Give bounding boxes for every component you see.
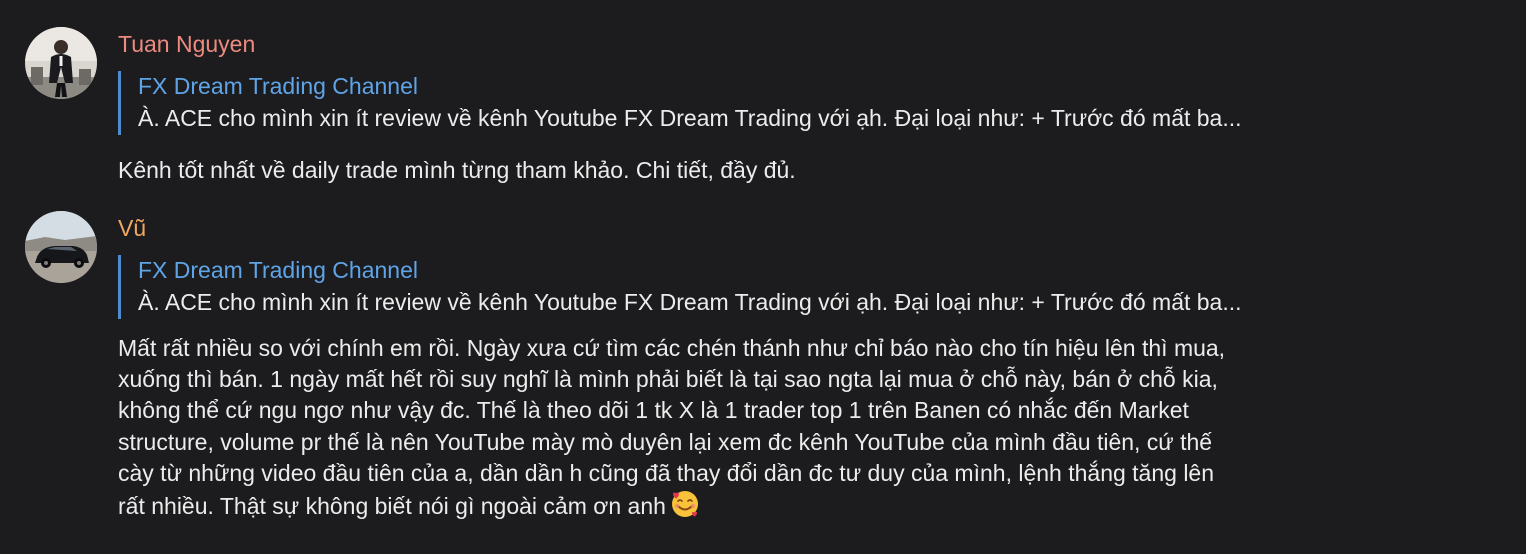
reply-quote[interactable]: FX Dream Trading Channel À. ACE cho mình… [118,71,1466,135]
message-line: cày từ những video đầu tiên của a, dần d… [118,459,1215,486]
reply-text: À. ACE cho mình xin ít review về kênh Yo… [138,105,1242,131]
avatar-tuan-nguyen[interactable] [25,27,97,99]
sender-name[interactable]: Vũ [118,213,1466,243]
message-line: structure, volume pr thế là nên YouTube … [118,428,1213,455]
message-text: Kênh tốt nhất về daily trade mình từng t… [118,157,796,183]
message-line: xuống thì bán. 1 ngày mất hết rồi suy ng… [118,366,1218,393]
reply-quote[interactable]: FX Dream Trading Channel À. ACE cho mình… [118,255,1466,319]
avatar-photo-icon [25,27,97,99]
message-last-line: rất nhiều. Thật sự không biết nói gì ngo… [118,489,1466,522]
reply-title: FX Dream Trading Channel [138,73,418,99]
message-line: rất nhiều. Thật sự không biết nói gì ngo… [118,493,666,520]
message-line: Mất rất nhiều so với chính em rồi. Ngày … [118,335,1226,361]
message-line: không thể cứ ngu ngơ như vậy đc. Thế là … [118,397,1189,424]
reply-title: FX Dream Trading Channel [138,257,418,283]
smiling-face-with-hearts-icon [670,489,700,519]
reply-text: À. ACE cho mình xin ít review về kênh Yo… [138,289,1242,315]
avatar-car-photo-icon [25,211,97,283]
avatar-vu[interactable] [25,211,97,283]
message-text: Mất rất nhiều so với chính em rồi. Ngày … [118,333,1466,522]
sender-name[interactable]: Tuan Nguyen [118,29,1466,59]
